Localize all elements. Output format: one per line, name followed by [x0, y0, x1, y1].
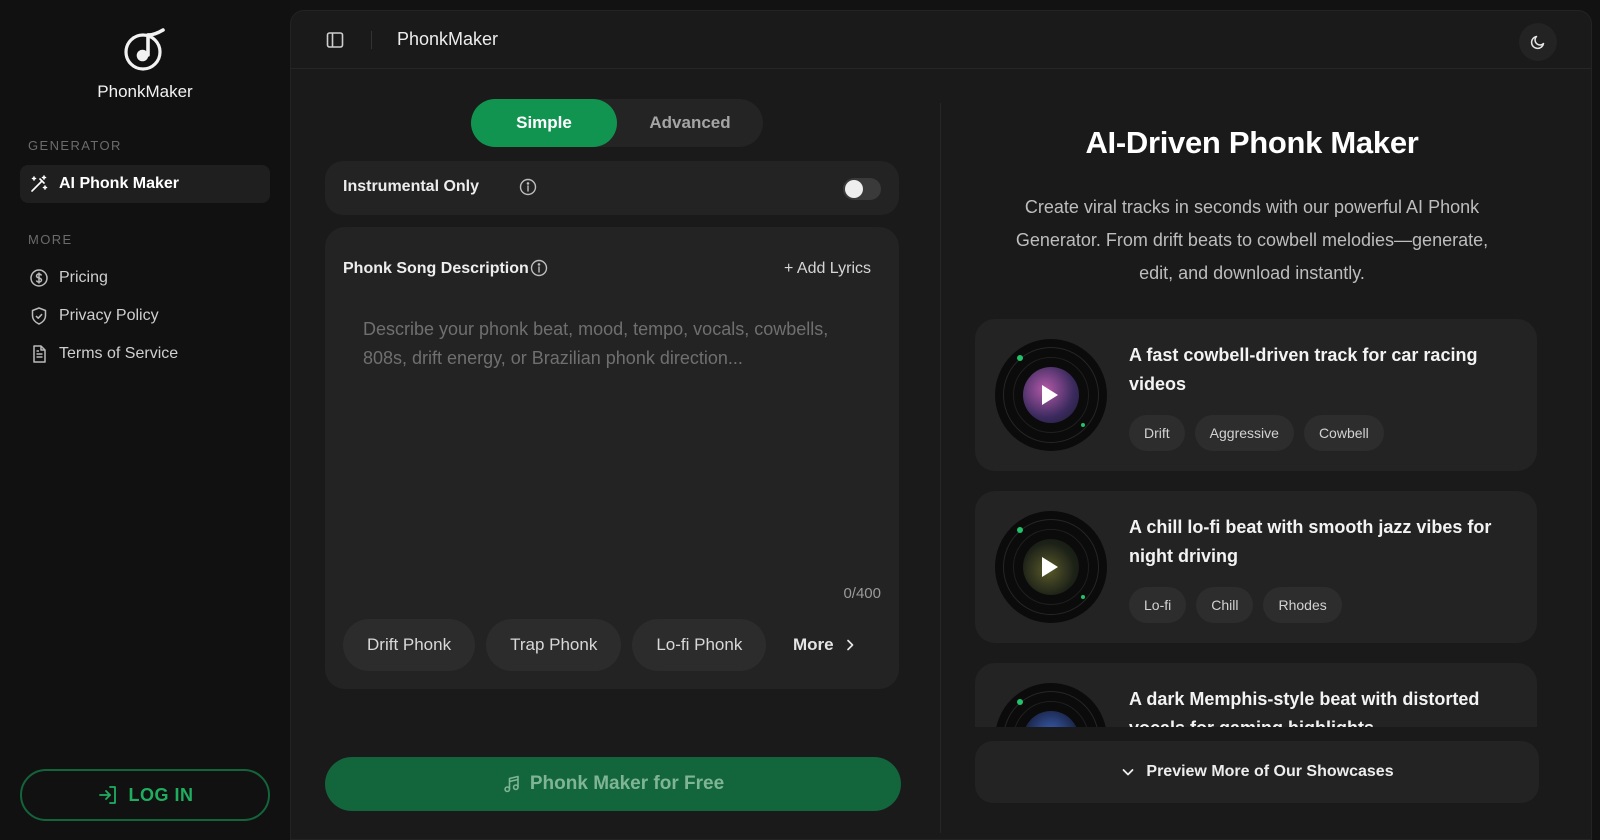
- switch-knob: [845, 180, 863, 198]
- phonk-logo-icon: [124, 28, 165, 71]
- showcase-card[interactable]: A dark Memphis-style beat with distorted…: [975, 663, 1537, 727]
- tag[interactable]: Cowbell: [1303, 415, 1384, 451]
- disc-dot: [1017, 355, 1023, 361]
- sidebar-item-label: AI Phonk Maker: [59, 175, 180, 192]
- chip-lofi-phonk[interactable]: Lo-fi Phonk: [632, 619, 767, 671]
- char-count: 0/400: [843, 585, 881, 602]
- mode-advanced-button[interactable]: Advanced: [617, 99, 763, 147]
- theme-toggle-button[interactable]: [1519, 23, 1557, 61]
- magic-wand-icon: [31, 175, 48, 192]
- sidebar-item-label: Pricing: [59, 269, 108, 286]
- disc-dot: [1017, 699, 1023, 705]
- sidebar-toggle-icon[interactable]: [325, 30, 345, 50]
- description-input[interactable]: [343, 307, 881, 567]
- page-title: PhonkMaker: [397, 29, 499, 49]
- generate-button[interactable]: Phonk Maker for Free: [325, 757, 901, 811]
- info-icon[interactable]: [519, 178, 537, 196]
- showcase-card[interactable]: A chill lo-fi beat with smooth jazz vibe…: [975, 491, 1537, 643]
- sidebar-item-label: Privacy Policy: [59, 307, 159, 324]
- description-label: Phonk Song Description: [343, 260, 529, 277]
- style-chips: Drift Phonk Trap Phonk Lo-fi Phonk: [343, 619, 767, 671]
- chevron-down-icon: [1122, 769, 1134, 776]
- disc-dot: [1017, 527, 1023, 533]
- brand-name: PhonkMaker: [97, 82, 193, 101]
- showcase-tags: Lo-fi Chill Rhodes: [1129, 587, 1342, 623]
- showcase-tags: Drift Aggressive Cowbell: [1129, 415, 1384, 451]
- more-styles-button[interactable]: More: [793, 619, 858, 671]
- chip-trap-phonk[interactable]: Trap Phonk: [486, 619, 622, 671]
- login-arrow-icon: [98, 786, 116, 804]
- mode-simple-button[interactable]: Simple: [471, 99, 617, 147]
- description-card: Phonk Song Description + Add Lyrics 0/40…: [325, 227, 899, 689]
- add-lyrics-button[interactable]: + Add Lyrics: [784, 260, 871, 278]
- hero-title: AI-Driven Phonk Maker: [1085, 125, 1419, 160]
- showcase-title: A chill lo-fi beat with smooth jazz vibe…: [1129, 517, 1492, 566]
- sidebar-item-pricing[interactable]: Pricing: [20, 259, 270, 297]
- tag[interactable]: Chill: [1196, 587, 1254, 623]
- play-disc-button[interactable]: [995, 511, 1107, 623]
- moon-icon: [1530, 35, 1545, 50]
- chip-drift-phonk[interactable]: Drift Phonk: [343, 619, 476, 671]
- showcase-card[interactable]: A fast cowbell-driven track for car raci…: [975, 319, 1537, 471]
- mode-toggle: Simple Advanced: [471, 99, 763, 147]
- instrumental-switch[interactable]: [843, 178, 881, 200]
- showcase-title: A dark Memphis-style beat with distorted…: [1129, 689, 1480, 727]
- dollar-circle-icon: [30, 269, 48, 287]
- login-button[interactable]: LOG IN: [20, 769, 270, 821]
- preview-more-button[interactable]: Preview More of Our Showcases: [975, 741, 1539, 803]
- play-disc-button[interactable]: [995, 683, 1107, 727]
- play-icon: [1042, 557, 1058, 577]
- play-icon: [1042, 385, 1058, 405]
- section-label-more: MORE: [28, 232, 73, 247]
- chevron-right-icon: [846, 639, 853, 651]
- top-bar: PhonkMaker: [291, 11, 1591, 69]
- main-panel: PhonkMaker Simple Advanced Instrumental …: [290, 10, 1592, 840]
- tag[interactable]: Lo-fi: [1129, 587, 1187, 623]
- sidebar-item-privacy-policy[interactable]: Privacy Policy: [20, 297, 270, 335]
- tag[interactable]: Rhodes: [1263, 587, 1342, 623]
- info-icon[interactable]: [530, 259, 548, 277]
- tag[interactable]: Aggressive: [1194, 415, 1294, 451]
- top-divider: [371, 31, 372, 49]
- sidebar-item-label: Terms of Service: [59, 345, 179, 362]
- generate-label: Phonk Maker for Free: [529, 773, 725, 794]
- play-disc-button[interactable]: [995, 339, 1107, 451]
- document-icon: [33, 345, 46, 363]
- section-label-generator: GENERATOR: [28, 138, 122, 153]
- column-divider: [940, 103, 941, 833]
- showcase-list: A fast cowbell-driven track for car raci…: [975, 319, 1537, 727]
- more-label: More: [793, 635, 834, 654]
- disc-dot: [1081, 423, 1085, 427]
- login-label: LOG IN: [128, 784, 194, 805]
- brand-logo[interactable]: PhonkMaker: [0, 26, 290, 102]
- music-note-icon: [504, 775, 519, 793]
- showcase-title: A fast cowbell-driven track for car raci…: [1129, 345, 1478, 394]
- disc-dot: [1081, 595, 1085, 599]
- sidebar-item-ai-phonk-maker[interactable]: AI Phonk Maker: [20, 165, 270, 203]
- hero-subtitle: Create viral tracks in seconds with our …: [1015, 197, 1489, 283]
- instrumental-card: Instrumental Only: [325, 161, 899, 215]
- tag[interactable]: Drift: [1129, 415, 1185, 451]
- instrumental-label: Instrumental Only: [343, 178, 480, 195]
- sidebar: PhonkMaker GENERATOR AI Phonk Maker MORE…: [0, 0, 290, 840]
- preview-more-label: Preview More of Our Showcases: [1146, 763, 1394, 780]
- sidebar-item-terms-of-service[interactable]: Terms of Service: [20, 335, 270, 373]
- shield-check-icon: [31, 307, 47, 325]
